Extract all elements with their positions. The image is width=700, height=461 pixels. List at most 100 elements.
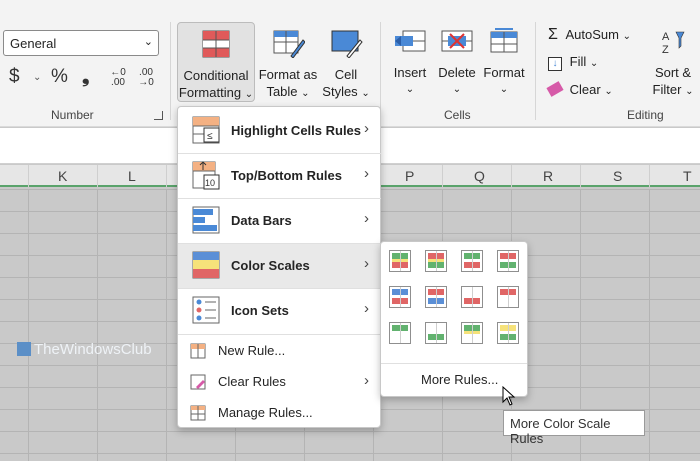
chevron-right-icon: ›	[364, 372, 369, 389]
column-header-s[interactable]: S	[613, 168, 622, 184]
chevron-right-icon: ›	[364, 210, 369, 227]
conditional-formatting-label-1: Conditional	[183, 68, 249, 83]
group-divider	[170, 22, 171, 120]
number-format-value: General	[10, 36, 57, 51]
color-scales-submenu: More Rules...	[380, 241, 528, 397]
menu-label: Data Bars	[231, 213, 292, 228]
column-divider	[97, 165, 98, 187]
decrease-decimal-button[interactable]: .00 →0	[135, 68, 157, 88]
format-as-table-label-2: Table	[266, 84, 298, 99]
fill-button[interactable]: ↓ Fill ⌄	[548, 54, 598, 71]
sort-filter-icon: A Z	[662, 31, 685, 56]
percent-style-button[interactable]: %	[51, 66, 68, 88]
color-scale-swatch[interactable]	[461, 286, 483, 308]
top-bottom-icon: 10	[192, 161, 220, 190]
chevron-down-icon: ⌄	[452, 84, 462, 95]
color-scale-swatch[interactable]	[461, 250, 483, 272]
insert-label: Insert	[393, 65, 427, 80]
column-header-q[interactable]: Q	[474, 168, 485, 184]
cell-styles-button[interactable]: Cell Styles ⌄	[322, 22, 370, 102]
color-scales-icon	[192, 251, 220, 279]
menu-label: Manage Rules...	[218, 405, 313, 420]
group-divider	[380, 22, 381, 120]
chevron-down-icon: ⌄	[361, 88, 370, 99]
currency-format-button[interactable]: $	[9, 66, 20, 88]
sort-filter-label-1: Sort &	[654, 65, 692, 80]
comma-style-button[interactable]: ❟	[82, 66, 89, 88]
menu-item-new-rule[interactable]: New Rule...	[178, 335, 381, 365]
editing-group-label: Editing	[627, 108, 664, 122]
fill-down-icon: ↓	[548, 57, 562, 71]
clear-rules-icon	[190, 374, 206, 390]
insert-button[interactable]: Insert ⌄	[388, 22, 432, 102]
delete-label: Delete	[438, 65, 476, 80]
menu-item-color-scales[interactable]: Color Scales ›	[178, 244, 381, 288]
format-button[interactable]: Format ⌄	[482, 22, 526, 102]
autosum-button[interactable]: Σ AutoSum ⌄	[548, 26, 631, 44]
format-as-table-button[interactable]: Format as Table ⌄	[256, 22, 320, 102]
cell-styles-label-2: Styles	[322, 84, 358, 99]
chevron-down-icon[interactable]: ⌄	[33, 72, 41, 83]
menu-item-clear-rules[interactable]: Clear Rules ›	[178, 366, 381, 396]
number-group-label: Number	[51, 108, 94, 122]
color-scale-swatch[interactable]	[389, 286, 411, 308]
menu-item-data-bars[interactable]: Data Bars ›	[178, 199, 381, 243]
cells-group-label: Cells	[444, 108, 471, 122]
color-scale-swatch[interactable]	[461, 322, 483, 344]
format-label: Format	[483, 65, 525, 80]
column-divider	[442, 165, 443, 187]
color-scale-swatch[interactable]	[425, 250, 447, 272]
new-rule-icon	[190, 343, 206, 359]
menu-label: Color Scales	[231, 258, 310, 273]
chevron-right-icon: ›	[364, 120, 369, 137]
chevron-down-icon: ⌄	[143, 36, 153, 48]
color-scale-swatch[interactable]	[497, 286, 519, 308]
column-header-p[interactable]: P	[405, 168, 414, 184]
icon-sets-icon	[192, 296, 220, 324]
insert-cells-icon	[395, 30, 426, 52]
column-header-l[interactable]: L	[128, 168, 136, 184]
conditional-formatting-label-2: Formatting	[178, 85, 242, 100]
menu-item-highlight-cells-rules[interactable]: ≤ Highlight Cells Rules ›	[178, 109, 381, 153]
color-scale-swatch[interactable]	[497, 250, 519, 272]
menu-label: Top/Bottom Rules	[231, 168, 342, 183]
menu-divider	[381, 363, 527, 364]
format-cells-icon	[490, 28, 518, 53]
dialog-launcher-icon[interactable]	[154, 111, 163, 120]
conditional-formatting-icon	[202, 30, 230, 58]
menu-item-icon-sets[interactable]: Icon Sets ›	[178, 289, 381, 333]
column-header-t[interactable]: T	[683, 168, 692, 184]
column-divider	[649, 165, 650, 187]
color-scale-swatch[interactable]	[389, 322, 411, 344]
chevron-down-icon: ⌄	[589, 58, 599, 69]
chevron-down-icon: ⌄	[685, 86, 694, 97]
watermark-logo-icon	[17, 342, 31, 356]
format-as-table-icon	[273, 30, 306, 59]
delete-button[interactable]: Delete ⌄	[435, 22, 479, 102]
column-header-r[interactable]: R	[543, 168, 553, 184]
chevron-down-icon: ⌄	[499, 84, 509, 95]
sort-filter-button[interactable]: A Z Sort & Filter ⌄	[648, 22, 698, 102]
color-scale-swatch[interactable]	[389, 250, 411, 272]
svg-text:Z: Z	[662, 44, 669, 56]
color-scale-swatch[interactable]	[425, 322, 447, 344]
clear-button[interactable]: Clear ⌄	[546, 81, 613, 97]
svg-text:≤: ≤	[207, 131, 213, 142]
chevron-down-icon: ⌄	[622, 31, 632, 42]
color-scale-swatch[interactable]	[425, 286, 447, 308]
sigma-icon: Σ	[548, 26, 558, 43]
watermark: TheWindowsClub	[17, 341, 152, 358]
menu-item-top-bottom-rules[interactable]: 10 Top/Bottom Rules ›	[178, 154, 381, 198]
conditional-formatting-button[interactable]: Conditional Formatting ⌄	[177, 22, 255, 102]
chevron-right-icon: ›	[364, 255, 369, 272]
color-scale-swatch[interactable]	[497, 322, 519, 344]
increase-decimal-button[interactable]: ←0 .00	[107, 68, 129, 88]
column-header-k[interactable]: K	[58, 168, 67, 184]
highlight-cells-icon: ≤	[192, 116, 220, 144]
data-bars-icon	[192, 206, 220, 234]
svg-text:10: 10	[205, 178, 215, 188]
menu-item-manage-rules[interactable]: Manage Rules...	[178, 397, 381, 427]
tooltip: More Color Scale Rules	[503, 410, 645, 446]
number-format-dropdown[interactable]: General ⌄	[3, 30, 159, 56]
more-rules-item[interactable]: More Rules...	[421, 372, 498, 387]
